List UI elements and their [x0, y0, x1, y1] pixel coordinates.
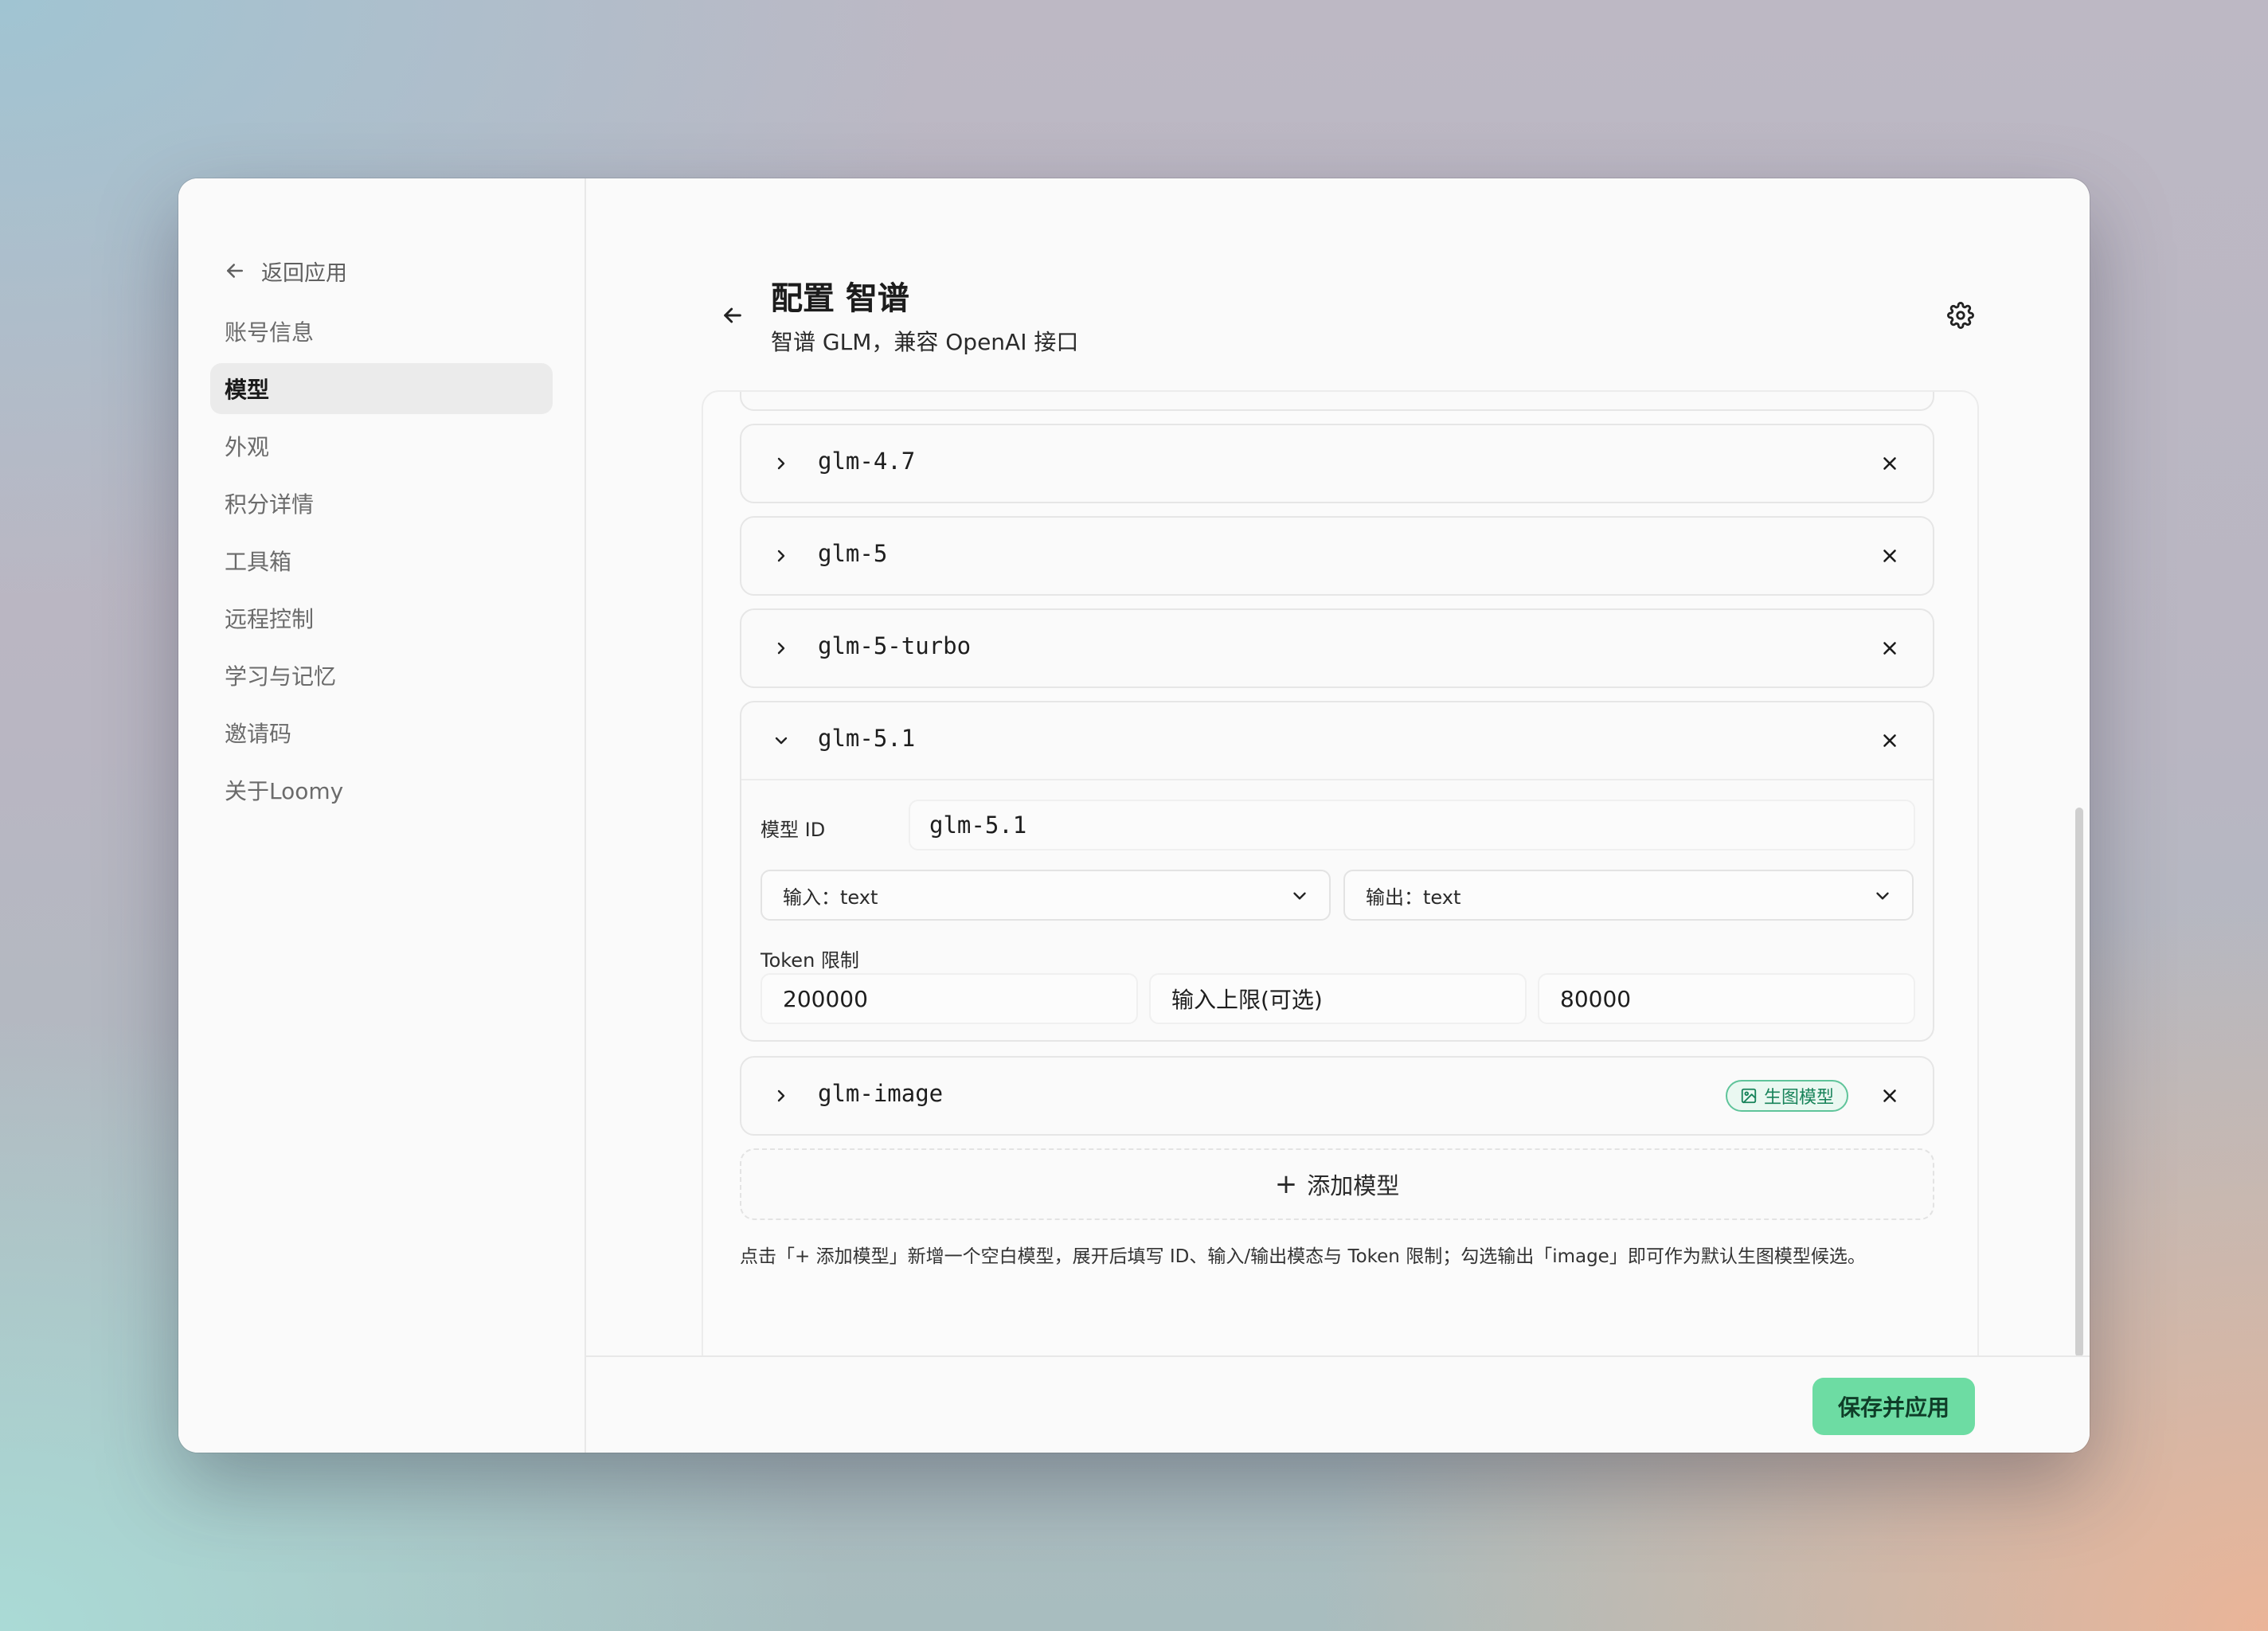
remove-model-button[interactable]: [1877, 728, 1902, 753]
model-card-expanded[interactable]: glm-5.1 模型 ID glm-5.1 输入：text 输出：text To…: [740, 701, 1934, 1042]
chevron-right-icon[interactable]: [770, 545, 792, 567]
model-id-label: 模型 ID: [761, 819, 826, 841]
chevron-right-icon[interactable]: [770, 637, 792, 659]
input-modality-value: 输入：text: [783, 886, 878, 909]
input-limit-input[interactable]: 输入上限(可选): [1149, 973, 1527, 1024]
sidebar-item-learning-memory[interactable]: 学习与记忆: [210, 650, 553, 701]
sidebar-item-appearance[interactable]: 外观: [210, 420, 553, 471]
sidebar-item-label: 工具箱: [225, 549, 292, 575]
back-button[interactable]: [714, 296, 752, 334]
remove-model-button[interactable]: [1877, 636, 1902, 661]
close-icon: [1883, 734, 1896, 747]
sidebar-item-label: 远程控制: [225, 606, 315, 632]
model-card-partial[interactable]: [740, 392, 1934, 411]
output-modality-value: 输出：text: [1366, 886, 1461, 909]
sidebar-item-label: 积分详情: [225, 491, 315, 518]
sidebar-item-credits[interactable]: 积分详情: [210, 478, 553, 529]
scrollbar[interactable]: [2075, 808, 2083, 1357]
model-name: glm-5.1: [818, 725, 916, 752]
close-icon: [1883, 457, 1896, 470]
model-name: glm-5-turbo: [818, 632, 972, 659]
sidebar-item-label: 外观: [225, 434, 270, 460]
remove-model-button[interactable]: [1877, 1083, 1902, 1109]
save-apply-button[interactable]: 保存并应用: [1812, 1378, 1975, 1435]
arrow-left-icon: [227, 264, 243, 278]
back-to-app-link[interactable]: 返回应用: [223, 252, 347, 290]
model-card[interactable]: glm-5: [740, 516, 1934, 596]
sidebar-item-label: 邀请码: [225, 721, 292, 747]
chevron-down-icon: [1289, 886, 1310, 906]
sidebar-item-models[interactable]: 模型: [210, 363, 553, 414]
sidebar-item-label: 账号信息: [225, 319, 315, 346]
add-model-label: 添加模型: [1307, 1172, 1400, 1199]
model-name: glm-5: [818, 540, 888, 567]
sidebar: 返回应用 账号信息 模型 外观 积分详情 工具箱 远程控制 学习与记忆 邀请码 …: [178, 178, 586, 1453]
output-limit-input[interactable]: 80000: [1538, 973, 1915, 1024]
sidebar-item-about[interactable]: 关于Loomy: [210, 765, 553, 816]
sidebar-item-invite-code[interactable]: 邀请码: [210, 707, 553, 758]
model-id-input[interactable]: glm-5.1: [909, 800, 1915, 851]
provider-settings-button[interactable]: [1941, 296, 1980, 334]
close-icon: [1883, 1089, 1896, 1102]
sidebar-item-remote-control[interactable]: 远程控制: [210, 593, 553, 643]
settings-nav: 账号信息 模型 外观 积分详情 工具箱 远程控制 学习与记忆 邀请码 关于Loo…: [210, 306, 553, 822]
remove-model-button[interactable]: [1877, 451, 1902, 476]
chevron-right-icon[interactable]: [770, 452, 792, 475]
sidebar-item-account[interactable]: 账号信息: [210, 306, 553, 357]
model-card[interactable]: glm-5-turbo: [740, 608, 1934, 688]
model-details: 模型 ID glm-5.1 输入：text 输出：text Token 限制 2…: [741, 779, 1933, 1040]
close-icon: [1883, 550, 1896, 562]
remove-model-button[interactable]: [1877, 543, 1902, 569]
page-title: 配置 智谱: [771, 280, 909, 317]
model-name: glm-4.7: [818, 448, 916, 475]
chevron-down-icon: [1872, 886, 1893, 906]
chevron-down-icon[interactable]: [770, 729, 792, 752]
close-icon: [1883, 642, 1896, 655]
help-text: 点击「+ 添加模型」新增一个空白模型，展开后填写 ID、输入/输出模态与 Tok…: [740, 1246, 1866, 1267]
plus-icon: +: [1274, 1168, 1298, 1200]
gear-icon: [1947, 302, 1974, 329]
sidebar-item-toolbox[interactable]: 工具箱: [210, 535, 553, 586]
output-modality-select[interactable]: 输出：text: [1343, 870, 1914, 921]
model-card[interactable]: glm-4.7: [740, 424, 1934, 503]
sidebar-item-label: 关于Loomy: [225, 778, 344, 804]
main-content: 配置 智谱 智谱 GLM，兼容 OpenAI 接口 glm-4.7 glm-5 …: [586, 178, 2090, 1453]
arrow-left-icon: [724, 307, 741, 323]
context-limit-input[interactable]: 200000: [761, 973, 1138, 1024]
back-to-app-label: 返回应用: [261, 260, 347, 286]
chevron-right-icon[interactable]: [770, 1085, 792, 1107]
token-limit-label: Token 限制: [761, 949, 859, 972]
models-scroll-area[interactable]: glm-4.7 glm-5 glm-5-turbo glm-5.1 模型 ID …: [702, 392, 1976, 1453]
sidebar-item-label: 学习与记忆: [225, 663, 337, 690]
model-name: glm-image: [818, 1080, 944, 1107]
image-icon: [1741, 1088, 1757, 1104]
app-window: 返回应用 账号信息 模型 外观 积分详情 工具箱 远程控制 学习与记忆 邀请码 …: [178, 178, 2090, 1453]
input-modality-select[interactable]: 输入：text: [761, 870, 1331, 921]
badge-label: 生图模型: [1763, 1088, 1834, 1108]
image-model-badge: 生图模型: [1725, 1080, 1848, 1112]
sidebar-item-label: 模型: [225, 377, 270, 403]
model-card[interactable]: glm-image 生图模型: [740, 1056, 1934, 1136]
page-subtitle: 智谱 GLM，兼容 OpenAI 接口: [771, 329, 1079, 355]
add-model-button[interactable]: + 添加模型: [740, 1148, 1934, 1220]
